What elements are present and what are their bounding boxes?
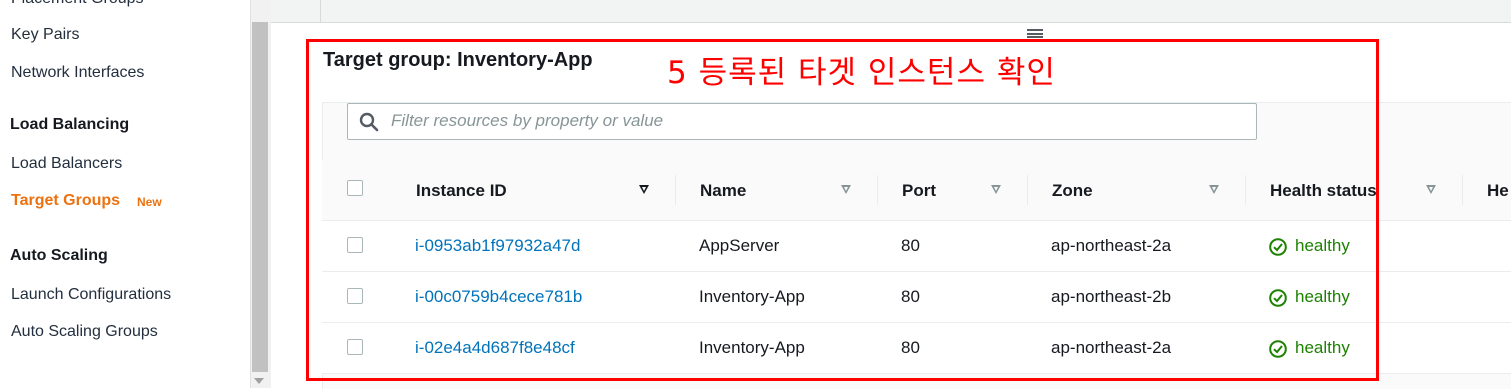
instance-port: 80 [901, 287, 920, 306]
column-header-name[interactable]: Name [700, 181, 746, 201]
sort-icon[interactable] [991, 185, 1001, 194]
row-checkbox[interactable] [347, 339, 363, 355]
resize-handle-icon[interactable] [1027, 29, 1043, 38]
sidebar-item-network-interfaces[interactable]: Network Interfaces [11, 64, 144, 82]
sidebar-item-placement-groups[interactable]: Placement Groups [11, 0, 144, 8]
top-pane-divider [320, 0, 321, 22]
column-divider [1245, 175, 1246, 205]
instance-port: 80 [901, 236, 920, 255]
sidebar: Placement Groups Key Pairs Network Inter… [0, 0, 250, 388]
column-header-zone[interactable]: Zone [1052, 181, 1093, 201]
select-all-checkbox[interactable] [347, 180, 363, 196]
sidebar-item-key-pairs[interactable]: Key Pairs [11, 26, 79, 44]
column-header-health-details[interactable]: He [1487, 181, 1509, 201]
sort-icon[interactable] [1426, 185, 1436, 194]
search-icon [359, 112, 379, 132]
sidebar-item-auto-scaling-groups[interactable]: Auto Scaling Groups [11, 323, 158, 341]
filter-input[interactable] [391, 104, 1241, 137]
top-pane-strip [271, 0, 1511, 23]
scroll-down-arrow-icon[interactable] [254, 378, 264, 384]
annotation-note: 5 등록된 타겟 인스턴스 확인 [667, 55, 1056, 91]
row-checkbox[interactable] [347, 288, 363, 304]
row-checkbox[interactable] [347, 237, 363, 253]
health-status: healthy [1295, 338, 1350, 357]
column-divider [1462, 175, 1463, 205]
instance-name: AppServer [699, 236, 780, 255]
sort-desc-icon[interactable] [639, 185, 649, 194]
new-badge: New [137, 195, 162, 209]
sidebar-item-load-balancers[interactable]: Load Balancers [11, 155, 122, 173]
instance-name: Inventory-App [699, 338, 805, 357]
page-title: Target group: Inventory-App [323, 49, 593, 71]
instance-zone: ap-northeast-2a [1051, 338, 1172, 357]
instance-zone: ap-northeast-2b [1051, 287, 1172, 306]
check-circle-icon [1269, 238, 1287, 256]
sidebar-heading-auto-scaling: Auto Scaling [10, 247, 108, 264]
column-divider [675, 175, 676, 205]
sort-icon[interactable] [841, 185, 851, 194]
instance-name: Inventory-App [699, 287, 805, 306]
scrollbar-thumb[interactable] [252, 22, 268, 372]
column-header-instance-id[interactable]: Instance ID [416, 181, 507, 201]
check-circle-icon [1269, 340, 1287, 358]
instance-id-link[interactable]: i-00c0759b4cece781b [415, 287, 582, 307]
column-divider [877, 175, 878, 205]
health-status: healthy [1295, 287, 1350, 306]
column-header-port[interactable]: Port [902, 181, 936, 201]
sidebar-heading-load-balancing: Load Balancing [10, 116, 130, 133]
instance-id-link[interactable]: i-02e4a4d687f8e48cf [415, 338, 575, 358]
instance-zone: ap-northeast-2a [1051, 236, 1172, 255]
sidebar-item-target-groups[interactable]: Target Groups [11, 192, 120, 210]
health-status: healthy [1295, 236, 1350, 255]
column-divider [1027, 175, 1028, 205]
sidebar-item-launch-configurations[interactable]: Launch Configurations [11, 286, 171, 304]
check-circle-icon [1269, 289, 1287, 307]
sort-icon[interactable] [1209, 185, 1219, 194]
instance-port: 80 [901, 338, 920, 357]
instance-id-link[interactable]: i-0953ab1f97932a47d [415, 236, 580, 256]
column-header-health-status[interactable]: Health status [1270, 181, 1377, 201]
